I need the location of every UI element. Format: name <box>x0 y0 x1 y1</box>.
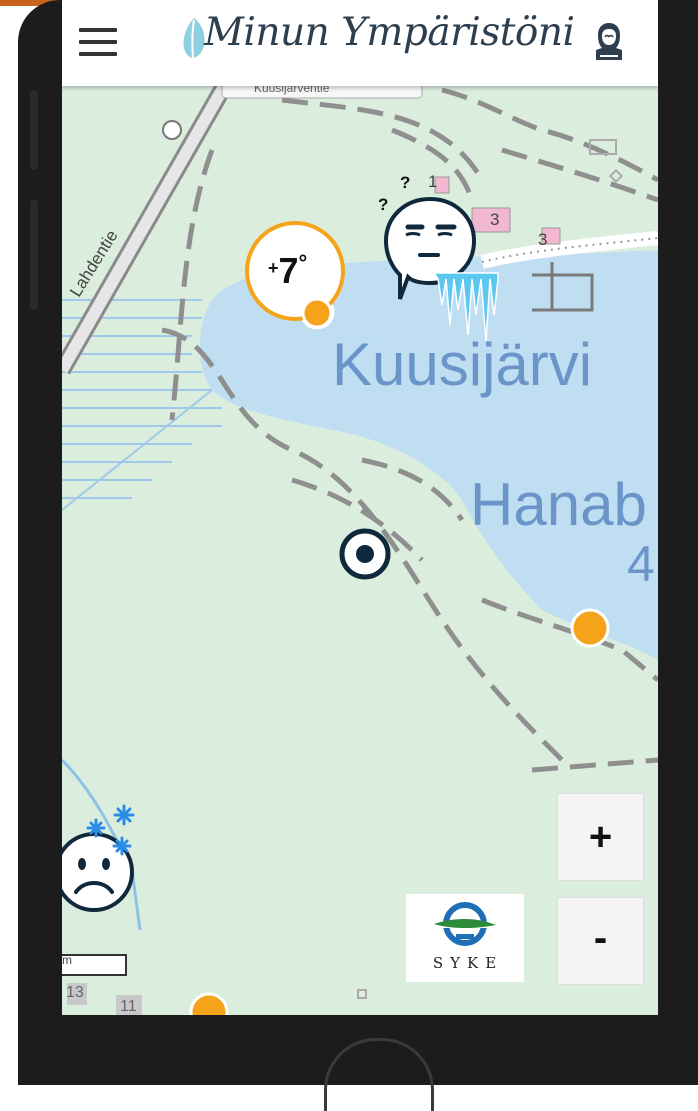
cold-sad-face-icon[interactable] <box>62 800 142 920</box>
app-screen: Kuusijärvi Hanab 4 Lahdentie Kuusijärven… <box>62 0 658 1015</box>
question-mark: ? <box>400 173 411 192</box>
syke-emblem-icon <box>434 902 496 946</box>
home-button[interactable] <box>324 1038 434 1111</box>
observation-point[interactable] <box>189 992 229 1015</box>
user-profile-icon[interactable] <box>592 20 626 64</box>
building-number: 11 <box>120 998 137 1015</box>
building-number: 13 <box>66 984 84 1001</box>
scale-label: m <box>62 953 72 967</box>
observation-point[interactable] <box>301 297 333 329</box>
building-number: 1 <box>428 172 438 191</box>
phone-side-button <box>30 200 38 310</box>
hamburger-menu-icon[interactable] <box>79 28 117 56</box>
zoom-out-button[interactable]: - <box>557 897 644 985</box>
observation-point[interactable] <box>570 608 610 648</box>
temperature-value: +7° <box>268 250 308 291</box>
lake-label-hanab: Hanab <box>470 471 647 538</box>
building-number: 3 <box>538 230 548 249</box>
zoom-in-button[interactable]: + <box>557 793 644 881</box>
syke-logo[interactable]: SYKE <box>406 894 524 982</box>
app-title: Minun Ympäristöni <box>204 10 575 55</box>
lake-number-label: 4 <box>627 536 655 592</box>
unimpressed-face-icicles-icon[interactable] <box>382 195 502 345</box>
app-header: Minun Ympäristöni <box>62 0 658 86</box>
map-junction <box>162 120 182 140</box>
app-logo[interactable]: Minun Ympäristöni <box>180 8 575 74</box>
syke-label: SYKE <box>432 954 504 972</box>
phone-side-button <box>30 90 38 170</box>
